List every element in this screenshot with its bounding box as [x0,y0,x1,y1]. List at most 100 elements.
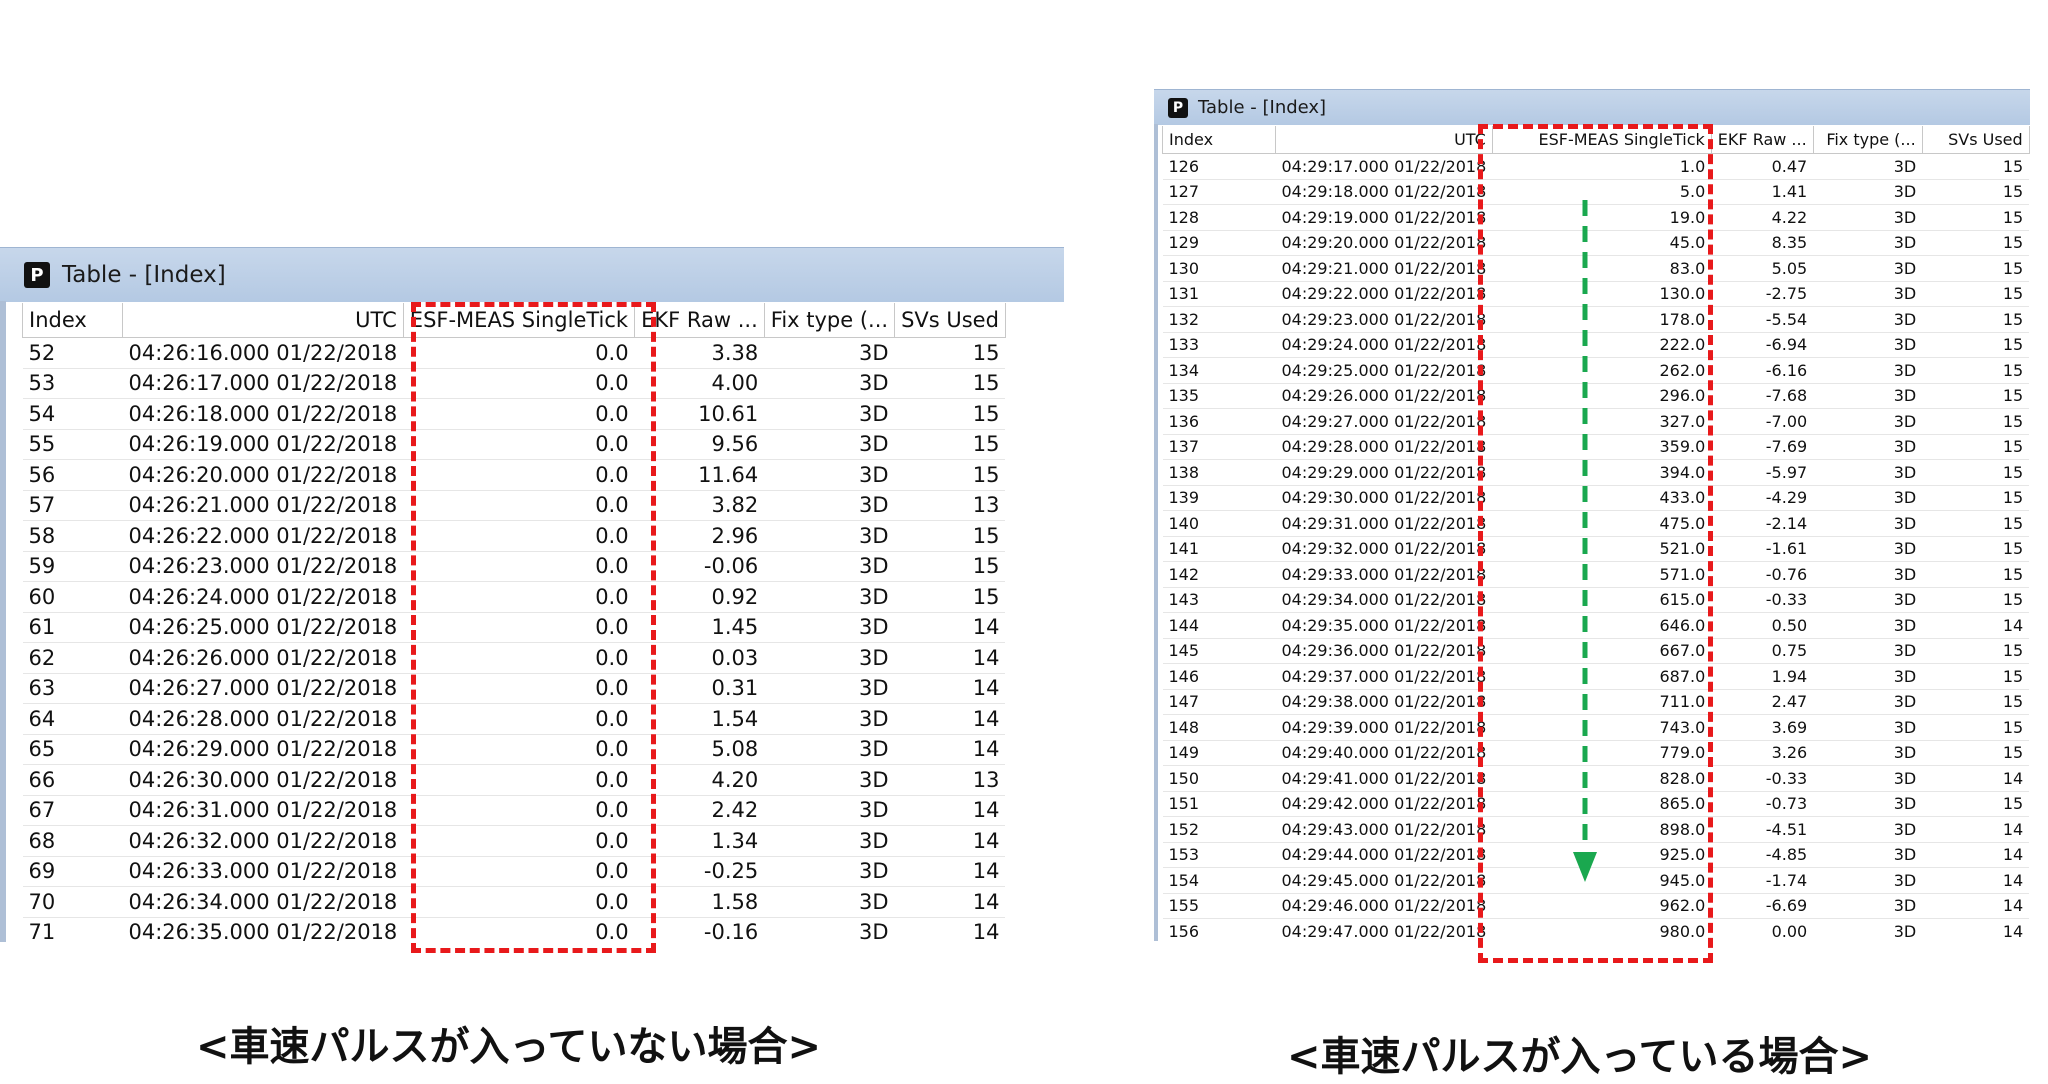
table-row[interactable]: 130 04:29:21.000 01/22/2018 83.0 5.05 3D 15 [1162,255,2030,282]
table-row[interactable]: 126 04:29:17.000 01/22/2018 1.0 0.47 3D 15 [1162,153,2030,180]
column-header-ekf-raw[interactable]: EKF Raw ... [1710,126,1814,154]
table-row[interactable]: 143 04:29:34.000 01/22/2018 615.0 -0.33 3D 15 [1162,587,2030,613]
cell-index: 154 [1162,867,1276,894]
window-titlebar[interactable]: P Table - [Index] [0,247,1064,302]
table-row[interactable]: 137 04:29:28.000 01/22/2018 359.0 -7.69 3D 15 [1162,434,2030,460]
table-row[interactable]: 68 04:26:32.000 01/22/2018 0.0 1.34 3D 14 [22,825,1006,857]
table-row[interactable]: 58 04:26:22.000 01/22/2018 0.0 2.96 3D 15 [22,520,1006,552]
cell-utc: 04:26:18.000 01/22/2018 [122,398,404,430]
table-row[interactable]: 64 04:26:28.000 01/22/2018 0.0 1.54 3D 14 [22,703,1006,735]
cell-esf-meas-singletick: 0.0 [403,856,635,887]
table-row[interactable]: 140 04:29:31.000 01/22/2018 475.0 -2.14 3D 15 [1162,510,2030,537]
cell-index: 130 [1162,255,1276,282]
table-row[interactable]: 55 04:26:19.000 01/22/2018 0.0 9.56 3D 15 [22,429,1006,460]
column-header-esf-meas-singletick[interactable]: ESF-MEAS SingleTick [1491,126,1712,154]
table-row[interactable]: 135 04:29:26.000 01/22/2018 296.0 -7.68 3D 15 [1162,383,2030,409]
table-row[interactable]: 70 04:26:34.000 01/22/2018 0.0 1.58 3D 14 [22,886,1006,918]
cell-svs-used: 15 [894,459,1006,491]
table-row[interactable]: 148 04:29:39.000 01/22/2018 743.0 3.69 3D 15 [1162,714,2030,741]
table-row[interactable]: 131 04:29:22.000 01/22/2018 130.0 -2.75 3D 15 [1162,281,2030,307]
cell-svs-used: 13 [894,764,1006,796]
table-row[interactable]: 66 04:26:30.000 01/22/2018 0.0 4.20 3D 13 [22,764,1006,796]
cell-svs-used: 14 [894,673,1006,704]
table-row[interactable]: 63 04:26:27.000 01/22/2018 0.0 0.31 3D 14 [22,673,1006,704]
cell-esf-meas-singletick: 615.0 [1492,587,1712,613]
cell-index: 65 [22,734,123,765]
column-header-index[interactable]: Index [22,303,123,338]
column-header-utc[interactable]: UTC [122,303,404,338]
table-row[interactable]: 156 04:29:47.000 01/22/2018 980.0 0.00 3D 14 [1162,918,2030,941]
column-header-svs-used[interactable]: SVs Used [1921,126,2030,154]
table-row[interactable]: 54 04:26:18.000 01/22/2018 0.0 10.61 3D 15 [22,398,1006,430]
table-row[interactable]: 146 04:29:37.000 01/22/2018 687.0 1.94 3D 15 [1162,663,2030,690]
cell-fix-type: 3D [764,520,895,552]
table-row[interactable]: 150 04:29:41.000 01/22/2018 828.0 -0.33 3D 14 [1162,765,2030,792]
cell-utc: 04:26:17.000 01/22/2018 [122,368,404,399]
table-row[interactable]: 129 04:29:20.000 01/22/2018 45.0 8.35 3D 15 [1162,230,2030,256]
table-row[interactable]: 147 04:29:38.000 01/22/2018 711.0 2.47 3D 15 [1162,689,2030,715]
table-row[interactable]: 128 04:29:19.000 01/22/2018 19.0 4.22 3D 15 [1162,204,2030,231]
table-row[interactable]: 61 04:26:25.000 01/22/2018 0.0 1.45 3D 14 [22,612,1006,643]
table-row[interactable]: 62 04:26:26.000 01/22/2018 0.0 0.03 3D 14 [22,642,1006,674]
table-row[interactable]: 52 04:26:16.000 01/22/2018 0.0 3.38 3D 15 [22,337,1006,369]
table-row[interactable]: 154 04:29:45.000 01/22/2018 945.0 -1.74 3D 14 [1162,867,2030,894]
cell-index: 156 [1162,918,1276,941]
cell-esf-meas-singletick: 0.0 [403,459,635,491]
cell-svs-used: 15 [1922,383,2030,409]
column-header-ekf-raw[interactable]: EKF Raw ... [634,303,765,338]
cell-utc: 04:26:35.000 01/22/2018 [122,917,404,942]
cell-svs-used: 14 [1922,893,2030,919]
cell-svs-used: 15 [1922,485,2030,511]
table-row[interactable]: 133 04:29:24.000 01/22/2018 222.0 -6.94 3D 15 [1162,332,2030,358]
table-row[interactable]: 67 04:26:31.000 01/22/2018 0.0 2.42 3D 14 [22,795,1006,826]
table-row[interactable]: 155 04:29:46.000 01/22/2018 962.0 -6.69 3D 14 [1162,893,2030,919]
column-header-fix-type[interactable]: Fix type (... [1812,126,1923,154]
column-header-svs-used[interactable]: SVs Used [894,303,1006,338]
cell-ekf-raw: 1.34 [634,825,765,857]
table-row[interactable]: 136 04:29:27.000 01/22/2018 327.0 -7.00 3D 15 [1162,408,2030,435]
cell-index: 60 [22,581,123,613]
table-row[interactable]: 145 04:29:36.000 01/22/2018 667.0 0.75 3D 15 [1162,638,2030,664]
table-row[interactable]: 138 04:29:29.000 01/22/2018 394.0 -5.97 3D 15 [1162,459,2030,486]
cell-index: 145 [1162,638,1276,664]
cell-utc: 04:29:36.000 01/22/2018 [1275,638,1493,664]
table-row[interactable]: 57 04:26:21.000 01/22/2018 0.0 3.82 3D 13 [22,490,1006,521]
cell-index: 144 [1162,612,1276,639]
cell-index: 141 [1162,536,1276,562]
table-row[interactable]: 141 04:29:32.000 01/22/2018 521.0 -1.61 3D 15 [1162,536,2030,562]
cell-svs-used: 14 [1922,918,2030,941]
cell-svs-used: 15 [1922,332,2030,358]
cell-ekf-raw: 0.47 [1711,153,1814,180]
table-row[interactable]: 60 04:26:24.000 01/22/2018 0.0 0.92 3D 15 [22,581,1006,613]
column-header-utc[interactable]: UTC [1275,126,1493,154]
table-row[interactable]: 139 04:29:30.000 01/22/2018 433.0 -4.29 3D 15 [1162,485,2030,511]
table-row[interactable]: 151 04:29:42.000 01/22/2018 865.0 -0.73 3D 15 [1162,791,2030,817]
cell-svs-used: 15 [1922,510,2030,537]
table-row[interactable]: 134 04:29:25.000 01/22/2018 262.0 -6.16 3D 15 [1162,357,2030,384]
table-row[interactable]: 127 04:29:18.000 01/22/2018 5.0 1.41 3D 15 [1162,179,2030,205]
column-header-index[interactable]: Index [1162,126,1276,154]
window-titlebar[interactable]: P Table - [Index] [1154,89,2030,125]
table-row[interactable]: 149 04:29:40.000 01/22/2018 779.0 3.26 3D 15 [1162,740,2030,766]
table-row[interactable]: 152 04:29:43.000 01/22/2018 898.0 -4.51 3D 14 [1162,816,2030,843]
table-row[interactable]: 71 04:26:35.000 01/22/2018 0.0 -0.16 3D 14 [22,917,1006,942]
cell-utc: 04:29:28.000 01/22/2018 [1275,434,1493,460]
cell-esf-meas-singletick: 0.0 [403,642,635,674]
column-header-esf-meas-singletick[interactable]: ESF-MEAS SingleTick [402,303,636,338]
cell-fix-type: 3D [764,337,895,369]
table-row[interactable]: 65 04:26:29.000 01/22/2018 0.0 5.08 3D 14 [22,734,1006,765]
table-row[interactable]: 56 04:26:20.000 01/22/2018 0.0 11.64 3D 15 [22,459,1006,491]
cell-utc: 04:29:34.000 01/22/2018 [1275,587,1493,613]
cell-fix-type: 3D [1813,867,1923,894]
table-row[interactable]: 132 04:29:23.000 01/22/2018 178.0 -5.54 3D 15 [1162,306,2030,333]
table-row[interactable]: 69 04:26:33.000 01/22/2018 0.0 -0.25 3D 14 [22,856,1006,887]
column-header-fix-type[interactable]: Fix type (... [763,303,896,338]
cell-fix-type: 3D [1813,918,1923,941]
cell-fix-type: 3D [764,764,895,796]
cell-ekf-raw: -2.14 [1711,510,1814,537]
table-row[interactable]: 144 04:29:35.000 01/22/2018 646.0 0.50 3D 14 [1162,612,2030,639]
table-row[interactable]: 53 04:26:17.000 01/22/2018 0.0 4.00 3D 15 [22,368,1006,399]
table-row[interactable]: 153 04:29:44.000 01/22/2018 925.0 -4.85 3D 14 [1162,842,2030,868]
table-row[interactable]: 142 04:29:33.000 01/22/2018 571.0 -0.76 3D 15 [1162,561,2030,588]
table-row[interactable]: 59 04:26:23.000 01/22/2018 0.0 -0.06 3D 15 [22,551,1006,582]
